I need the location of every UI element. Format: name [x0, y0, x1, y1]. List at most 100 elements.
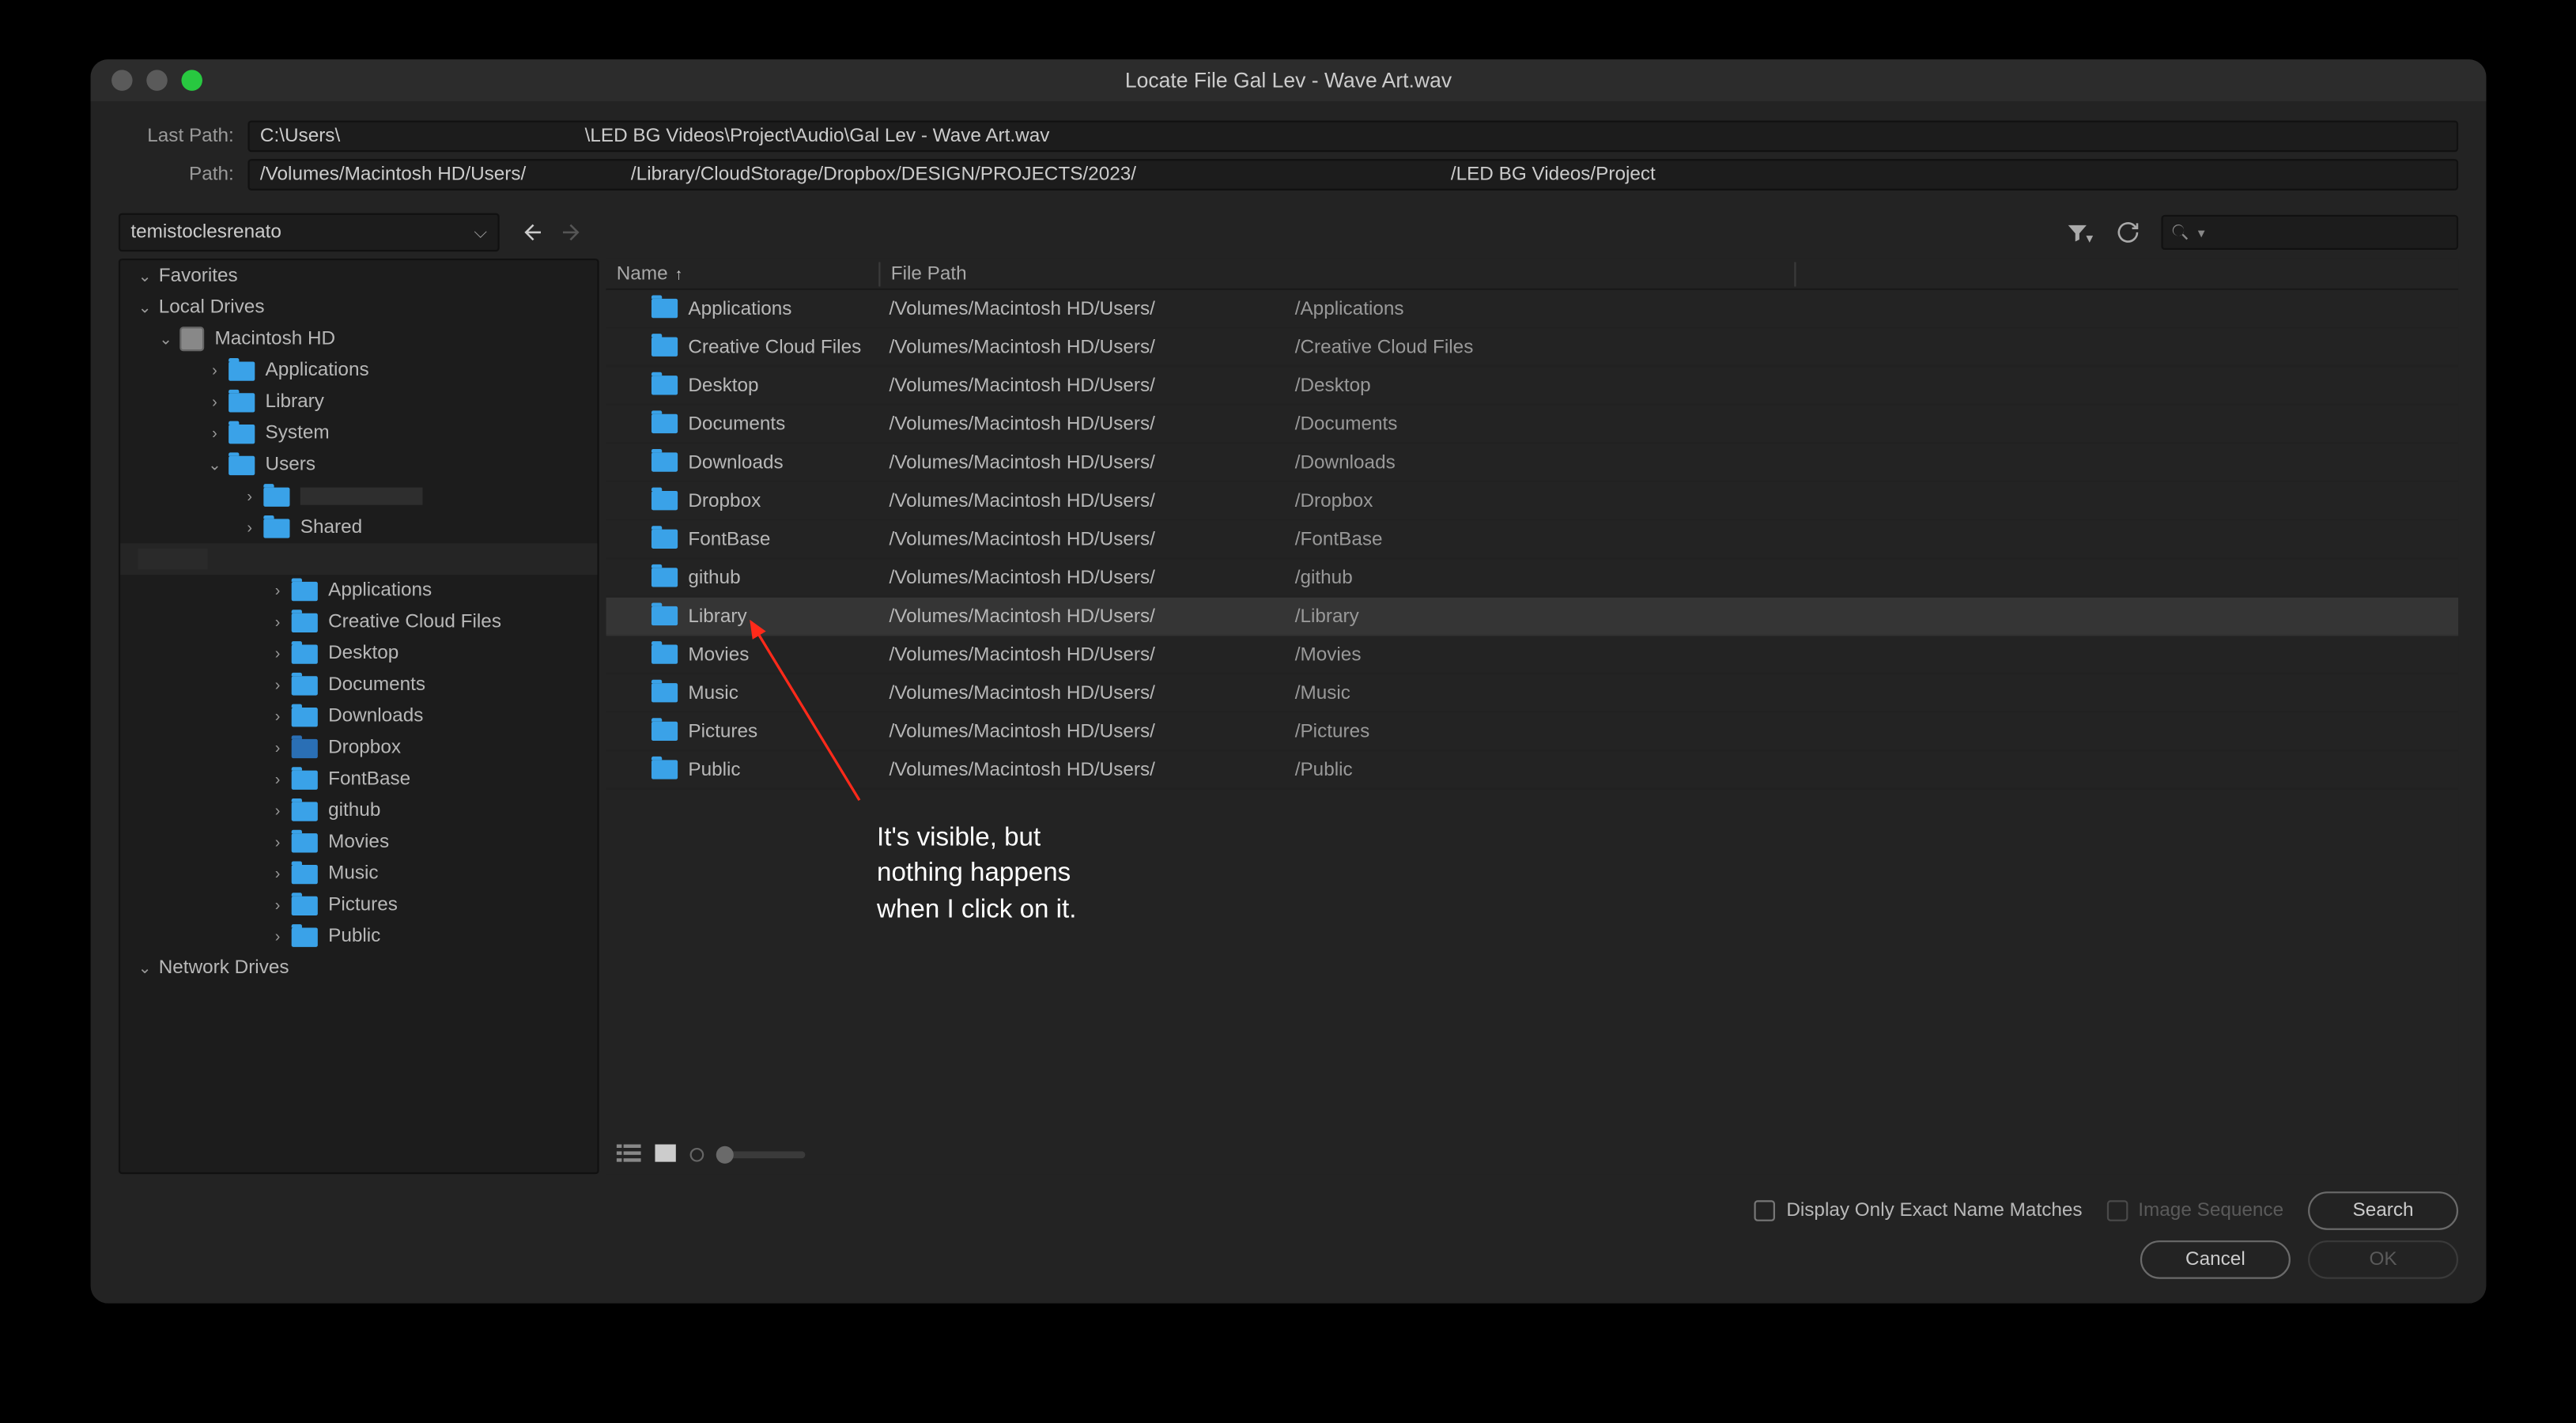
- row-path-prefix: /Volumes/Macintosh HD/Users/: [889, 413, 1154, 435]
- tree-item-documents[interactable]: ›Documents: [120, 669, 597, 700]
- folder-icon: [651, 414, 677, 433]
- row-path-suffix: /Creative Cloud Files: [1294, 336, 1473, 357]
- list-row-creative-cloud-files[interactable]: Creative Cloud Files/Volumes/Macintosh H…: [606, 328, 2458, 367]
- list-row-github[interactable]: github/Volumes/Macintosh HD/Users//githu…: [606, 559, 2458, 598]
- folder-icon: [291, 832, 317, 851]
- folder-icon: [291, 801, 317, 820]
- folder-icon: [651, 299, 677, 318]
- window-maximize[interactable]: [181, 70, 202, 91]
- nav-forward-button[interactable]: [555, 217, 587, 248]
- row-path-suffix: /Desktop: [1294, 375, 1370, 396]
- exact-match-checkbox[interactable]: Display Only Exact Name Matches: [1754, 1200, 2082, 1221]
- tree-item-music[interactable]: ›Music: [120, 858, 597, 889]
- row-name: github: [688, 567, 740, 588]
- tree-item-applications[interactable]: ›Applications: [120, 355, 597, 387]
- folder-icon: [291, 927, 317, 946]
- list-row-movies[interactable]: Movies/Volumes/Macintosh HD/Users//Movie…: [606, 636, 2458, 674]
- tree-item-applications[interactable]: ›Applications: [120, 575, 597, 606]
- row-path-prefix: /Volumes/Macintosh HD/Users/: [889, 451, 1154, 473]
- thumbnail-slider[interactable]: [717, 1151, 805, 1158]
- tree-shared[interactable]: ›Shared: [120, 512, 597, 544]
- col-path-header[interactable]: File Path: [880, 263, 1794, 285]
- tree-item-creative-cloud-files[interactable]: ›Creative Cloud Files: [120, 606, 597, 638]
- list-row-music[interactable]: Music/Volumes/Macintosh HD/Users//Music: [606, 674, 2458, 713]
- path-b: /Library/CloudStorage/Dropbox/DESIGN/PRO…: [630, 160, 1135, 188]
- row-name: Music: [688, 682, 738, 704]
- row-name: Dropbox: [688, 490, 761, 511]
- list-row-documents[interactable]: Documents/Volumes/Macintosh HD/Users/ /Do…: [606, 406, 2458, 444]
- list-row-library[interactable]: Library/Volumes/Macintosh HD/Users//Libr…: [606, 598, 2458, 636]
- list-row-public[interactable]: Public/Volumes/Macintosh HD/Users//Publi…: [606, 751, 2458, 790]
- row-path-suffix: /FontBase: [1294, 529, 1382, 550]
- tree-item-fontbase[interactable]: ›FontBase: [120, 764, 597, 795]
- refresh-icon[interactable]: [2112, 217, 2144, 248]
- search-button[interactable]: Search: [2308, 1191, 2458, 1230]
- row-name: Applications: [688, 298, 791, 319]
- folder-icon: [229, 360, 255, 379]
- window-close[interactable]: [111, 70, 133, 91]
- folder-icon: [291, 581, 317, 600]
- tree-item-dropbox[interactable]: ›Dropbox: [120, 732, 597, 764]
- row-path-suffix: /Movies: [1294, 644, 1361, 665]
- path-a: /Volumes/Macintosh HD/Users/: [259, 160, 525, 188]
- folder-icon: [651, 644, 677, 663]
- list-row-downloads[interactable]: Downloads/Volumes/Macintosh HD/Users//Do…: [606, 444, 2458, 482]
- tree-network-drives[interactable]: ⌄Network Drives: [120, 952, 597, 983]
- titlebar: Locate File Gal Lev - Wave Art.wav: [90, 59, 2486, 101]
- window-minimize[interactable]: [146, 70, 168, 91]
- folder-icon: [651, 376, 677, 394]
- image-sequence-checkbox: Image Sequence: [2106, 1200, 2283, 1221]
- nav-back-button[interactable]: [516, 217, 548, 248]
- folder-tree[interactable]: ⌄Favorites ⌄Local Drives ⌄Macintosh HD ›…: [118, 259, 599, 1174]
- tree-redacted: [120, 543, 597, 575]
- list-row-desktop[interactable]: Desktop/Volumes/Macintosh HD/Users//Desk…: [606, 367, 2458, 406]
- tree-item-downloads[interactable]: ›Downloads: [120, 700, 597, 732]
- folder-icon: [263, 518, 289, 537]
- tree-item-movies[interactable]: ›Movies: [120, 826, 597, 858]
- tree-item-desktop[interactable]: ›Desktop: [120, 638, 597, 670]
- path-field[interactable]: /Volumes/Macintosh HD/Users/ /Library/Cl…: [247, 159, 2458, 191]
- thumb-view-icon[interactable]: [655, 1142, 676, 1168]
- cancel-button[interactable]: Cancel: [2140, 1240, 2290, 1279]
- search-input[interactable]: ▾: [2161, 215, 2458, 250]
- sort-asc-icon: ↑: [674, 265, 682, 282]
- row-path-prefix: /Volumes/Macintosh HD/Users/: [889, 759, 1154, 780]
- row-name: Documents: [688, 413, 785, 435]
- last-path-field[interactable]: C:\Users\ \LED BG Videos\Project\Audio\G…: [247, 120, 2458, 152]
- folder-icon: [291, 675, 317, 694]
- folder-icon: [651, 568, 677, 587]
- row-path-suffix: /Documents: [1294, 413, 1397, 435]
- list-row-fontbase[interactable]: FontBase/Volumes/Macintosh HD/Users//Fon…: [606, 521, 2458, 560]
- row-path-prefix: /Volumes/Macintosh HD/Users/: [889, 567, 1154, 588]
- row-path-prefix: /Volumes/Macintosh HD/Users/: [889, 298, 1154, 319]
- row-path-prefix: /Volumes/Macintosh HD/Users/: [889, 606, 1154, 627]
- list-view-icon[interactable]: [616, 1142, 640, 1168]
- tree-item-github[interactable]: ›github: [120, 795, 597, 827]
- tree-item-system[interactable]: ›System: [120, 417, 597, 449]
- filter-icon[interactable]: ▾: [2063, 217, 2094, 248]
- list-row-applications[interactable]: Applications/Volumes/Macintosh HD/Users/…: [606, 290, 2458, 329]
- list-row-dropbox[interactable]: Dropbox/Volumes/Macintosh HD/Users//Drop…: [606, 482, 2458, 521]
- chevron-down-icon: ⌵: [474, 223, 487, 242]
- col-name-header[interactable]: Name↑: [606, 263, 878, 285]
- row-name: FontBase: [688, 529, 770, 550]
- folder-icon: [651, 530, 677, 549]
- list-row-pictures[interactable]: Pictures/Volumes/Macintosh HD/Users//Pic…: [606, 713, 2458, 752]
- tree-user-blank[interactable]: ›: [120, 481, 597, 512]
- tree-item-users[interactable]: ⌄Users: [120, 449, 597, 481]
- row-path-suffix: /Music: [1294, 682, 1350, 704]
- location-combo[interactable]: temistoclesrenato ⌵: [118, 213, 499, 252]
- tree-item-public[interactable]: ›Public: [120, 921, 597, 953]
- row-path-prefix: /Volumes/Macintosh HD/Users/: [889, 336, 1154, 357]
- tree-favorites[interactable]: ⌄Favorites: [120, 260, 597, 292]
- row-path-prefix: /Volumes/Macintosh HD/Users/: [889, 644, 1154, 665]
- tree-macintosh-hd[interactable]: ⌄Macintosh HD: [120, 323, 597, 355]
- path-c: /LED BG Videos/Project: [1450, 160, 1655, 188]
- last-path-label: Last Path:: [118, 126, 247, 147]
- folder-icon: [651, 606, 677, 625]
- folder-icon: [651, 338, 677, 357]
- tree-item-library[interactable]: ›Library: [120, 386, 597, 417]
- folder-icon: [651, 760, 677, 779]
- tree-local-drives[interactable]: ⌄Local Drives: [120, 292, 597, 323]
- tree-item-pictures[interactable]: ›Pictures: [120, 889, 597, 921]
